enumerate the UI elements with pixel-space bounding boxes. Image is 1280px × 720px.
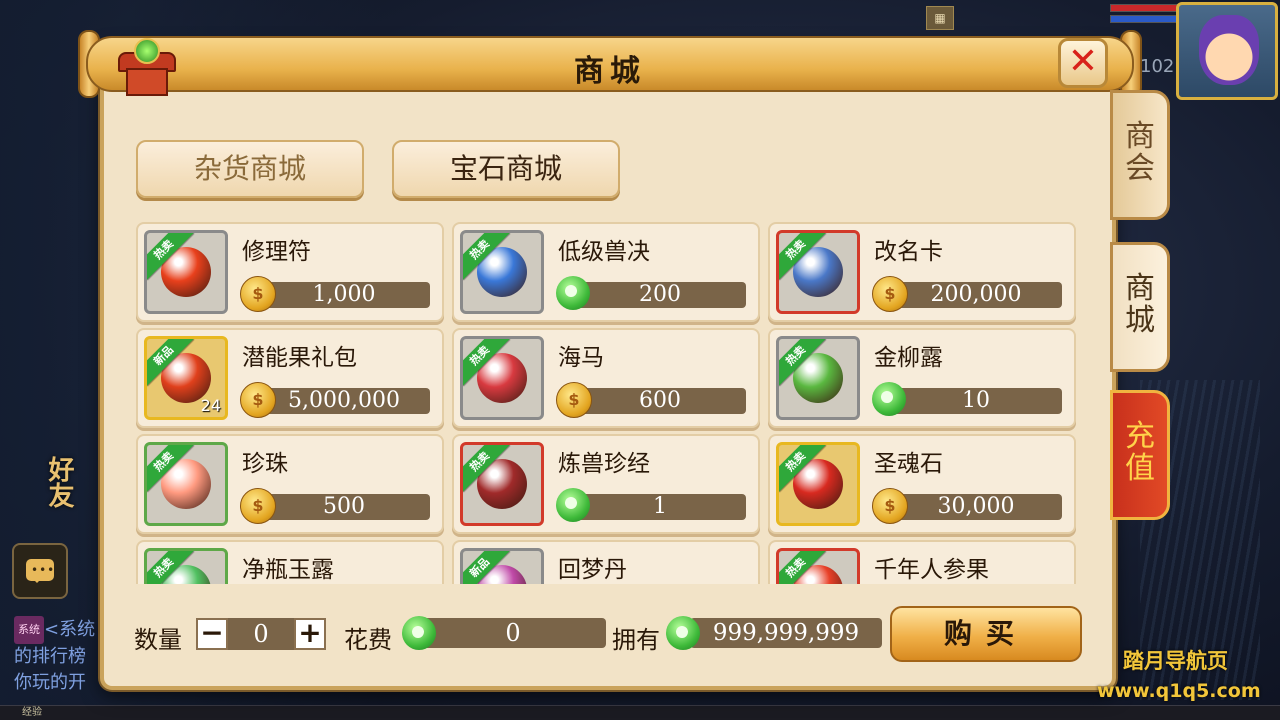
item-price: 200 [574, 282, 746, 308]
shop-item[interactable]: 热卖 海马 600 [452, 328, 760, 428]
gold-coin-icon [556, 382, 592, 418]
shop-item[interactable]: 热卖 改名卡 200,000 [768, 222, 1076, 322]
jade-coin-icon [556, 276, 590, 310]
chat-line-text: <系统 [44, 619, 96, 640]
cost-value: 0 [420, 618, 606, 648]
item-price: 500 [258, 494, 430, 520]
quantity-plus-button[interactable]: + [294, 618, 326, 650]
item-icon-frame: 热卖 [776, 336, 860, 420]
jade-coin-icon [872, 382, 906, 416]
quantity-value[interactable]: 0 [228, 618, 294, 650]
item-count: 24 [200, 396, 221, 415]
item-name: 回梦丹 [558, 557, 627, 583]
item-name: 低级兽决 [558, 239, 650, 265]
owned-label: 拥有 [612, 626, 660, 654]
item-name: 净瓶玉露 [242, 557, 334, 583]
item-name: 潜能果礼包 [242, 345, 357, 371]
chat-bubble-icon: ••• [26, 559, 56, 583]
quantity-minus-button[interactable]: − [196, 618, 228, 650]
shop-item[interactable]: 新品 回梦丹 [452, 540, 760, 584]
owned-value: 999,999,999 [690, 618, 882, 648]
shop-item[interactable]: 热卖 净瓶玉露 [136, 540, 444, 584]
item-name: 改名卡 [874, 239, 943, 265]
item-icon-frame: 热卖 [460, 230, 544, 314]
lantern-body [126, 68, 168, 96]
gold-coin-icon [240, 276, 276, 312]
item-name: 千年人参果 [874, 557, 989, 583]
chat-log: 系统 <系统 的排行榜 你玩的开 [14, 616, 114, 696]
watermark-title: 踏月导航页 [1123, 649, 1228, 673]
side-tab-recharge[interactable]: 充值 [1110, 390, 1170, 520]
item-price: 200,000 [890, 282, 1062, 308]
shop-item[interactable]: 热卖 千年人参果 [768, 540, 1076, 584]
gold-coin-icon [872, 488, 908, 524]
friend-button[interactable]: 好友 [8, 456, 78, 526]
panel-title: 商城 [574, 54, 646, 89]
gold-coin-icon [240, 488, 276, 524]
shop-item[interactable]: 热卖 珍珠 500 [136, 434, 444, 534]
jade-currency-icon [666, 616, 700, 650]
hp-bar [1110, 4, 1180, 12]
gold-coin-icon [240, 382, 276, 418]
item-name: 海马 [558, 345, 604, 371]
item-price: 10 [890, 388, 1062, 414]
hud-status-bars [1110, 4, 1180, 26]
shop-item[interactable]: 新品 24 潜能果礼包 5,000,000 [136, 328, 444, 428]
chat-line: 的排行榜 [14, 646, 86, 667]
item-price: 1 [574, 494, 746, 520]
item-name: 修理符 [242, 239, 311, 265]
jade-currency-icon [402, 616, 436, 650]
player-avatar[interactable] [1176, 2, 1278, 100]
jade-coin-icon [556, 488, 590, 522]
item-icon-frame: 热卖 [144, 442, 228, 526]
item-name: 炼兽珍经 [558, 451, 650, 477]
item-price: 1,000 [258, 282, 430, 308]
category-gem-button[interactable]: 宝石商城 [392, 140, 620, 198]
exp-label: 经验 [22, 707, 42, 718]
exp-bar: 经验 [0, 705, 1280, 720]
mp-bar [1110, 15, 1180, 23]
item-icon-frame: 热卖 [460, 442, 544, 526]
avatar-face-icon [1199, 15, 1259, 85]
item-icon-frame: 热卖 [776, 230, 860, 314]
item-icon-frame: 热卖 [776, 548, 860, 584]
item-name: 珍珠 [242, 451, 288, 477]
shop-item[interactable]: 热卖 低级兽决 200 [452, 222, 760, 322]
cost-label: 花费 [344, 626, 392, 654]
watermark-url: www.q1q5.com [1097, 680, 1261, 702]
item-price: 600 [574, 388, 746, 414]
shop-lantern-icon [114, 38, 176, 96]
item-name: 金柳露 [874, 345, 943, 371]
chat-line: 系统 <系统 [14, 616, 114, 644]
system-tag: 系统 [14, 616, 44, 644]
hud-corner-icon[interactable]: ▦ [926, 6, 954, 30]
chat-line: 你玩的开 [14, 672, 86, 693]
side-tab-guild[interactable]: 商会 [1110, 90, 1170, 220]
player-level: 102 [1140, 56, 1175, 77]
item-price: 30,000 [890, 494, 1062, 520]
quantity-label: 数量 [134, 626, 182, 654]
shop-item[interactable]: 热卖 金柳露 10 [768, 328, 1076, 428]
shop-item[interactable]: 热卖 炼兽珍经 1 [452, 434, 760, 534]
chat-dots: ••• [31, 563, 56, 577]
side-tab-shop[interactable]: 商城 [1110, 242, 1170, 372]
item-icon-frame: 新品 [460, 548, 544, 584]
gold-coin-icon [872, 276, 908, 312]
item-price: 5,000,000 [258, 388, 430, 414]
chat-button[interactable]: ••• [12, 543, 68, 599]
close-button[interactable]: ✕ [1058, 38, 1108, 88]
item-grid[interactable]: 热卖修理符1,000热卖低级兽决200热卖改名卡200,000新品24潜能果礼包… [136, 222, 1082, 584]
item-icon-frame: 热卖 [144, 230, 228, 314]
item-icon-frame: 新品 24 [144, 336, 228, 420]
item-name: 圣魂石 [874, 451, 943, 477]
item-icon-frame: 热卖 [776, 442, 860, 526]
item-icon-frame: 热卖 [144, 548, 228, 584]
shop-item[interactable]: 热卖 修理符 1,000 [136, 222, 444, 322]
lantern-gem [134, 38, 160, 64]
shop-item[interactable]: 热卖 圣魂石 30,000 [768, 434, 1076, 534]
buy-button[interactable]: 购买 [890, 606, 1082, 662]
category-grocery-button[interactable]: 杂货商城 [136, 140, 364, 198]
item-icon-frame: 热卖 [460, 336, 544, 420]
